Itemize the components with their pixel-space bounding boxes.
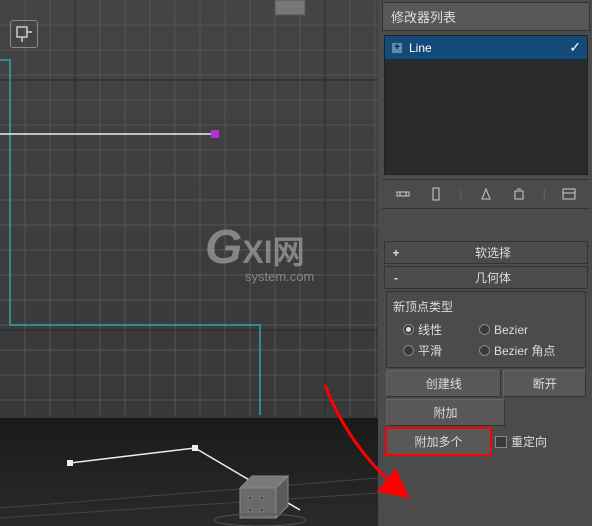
geometry-rollout-body: 新顶点类型 线性 Bezier 平滑 Bezier 角点 bbox=[386, 291, 586, 368]
radio-smooth[interactable]: 平滑 bbox=[403, 342, 473, 359]
viewport-corner-icon[interactable] bbox=[10, 20, 38, 48]
modify-panel: 修改器列表 + Line ✓ | | + 软选择 - 几何体 新顶点类型 线性 … bbox=[380, 0, 592, 526]
modifier-stack[interactable]: + Line ✓ bbox=[384, 35, 588, 175]
stack-toolbar: | | bbox=[382, 179, 590, 209]
checkbox-label: 重定向 bbox=[511, 433, 547, 450]
plus-icon: + bbox=[389, 246, 403, 260]
rollout-title: 几何体 bbox=[403, 269, 583, 286]
break-button[interactable]: 断开 bbox=[503, 370, 586, 397]
radio-label: Bezier 角点 bbox=[494, 342, 555, 359]
viewport[interactable]: GXI网 system.com bbox=[0, 0, 378, 526]
reorient-checkbox[interactable]: 重定向 bbox=[493, 428, 586, 455]
check-icon: ✓ bbox=[569, 39, 581, 56]
new-vertex-type-label: 新顶点类型 bbox=[393, 298, 579, 315]
top-viewport-grid[interactable]: GXI网 system.com bbox=[0, 0, 378, 415]
attach-multiple-button[interactable]: 附加多个 bbox=[386, 428, 491, 455]
rollout-title: 软选择 bbox=[403, 244, 583, 261]
rollout-geometry[interactable]: - 几何体 bbox=[384, 266, 588, 289]
modifier-list-dropdown[interactable]: 修改器列表 bbox=[382, 2, 590, 31]
create-line-button[interactable]: 创建线 bbox=[386, 370, 501, 397]
make-unique-icon[interactable] bbox=[476, 184, 496, 204]
attach-button[interactable]: 附加 bbox=[386, 399, 505, 426]
perspective-viewport[interactable] bbox=[0, 418, 378, 526]
configure-icon[interactable] bbox=[559, 184, 579, 204]
show-end-result-icon[interactable] bbox=[426, 184, 446, 204]
remove-modifier-icon[interactable] bbox=[509, 184, 529, 204]
stack-item-line[interactable]: + Line ✓ bbox=[385, 36, 587, 60]
expand-icon[interactable]: + bbox=[391, 42, 403, 54]
stack-item-label: Line bbox=[409, 41, 432, 55]
radio-bezier[interactable]: Bezier bbox=[479, 323, 549, 337]
checkbox-icon bbox=[495, 436, 507, 448]
pin-stack-icon[interactable] bbox=[393, 184, 413, 204]
radio-linear[interactable]: 线性 bbox=[403, 321, 473, 338]
radio-label: 线性 bbox=[418, 321, 442, 338]
radio-label: 平滑 bbox=[418, 342, 442, 359]
radio-bezier-corner[interactable]: Bezier 角点 bbox=[479, 342, 555, 359]
radio-label: Bezier bbox=[494, 323, 528, 337]
minus-icon: - bbox=[389, 271, 403, 285]
rollout-soft-selection[interactable]: + 软选择 bbox=[384, 241, 588, 264]
